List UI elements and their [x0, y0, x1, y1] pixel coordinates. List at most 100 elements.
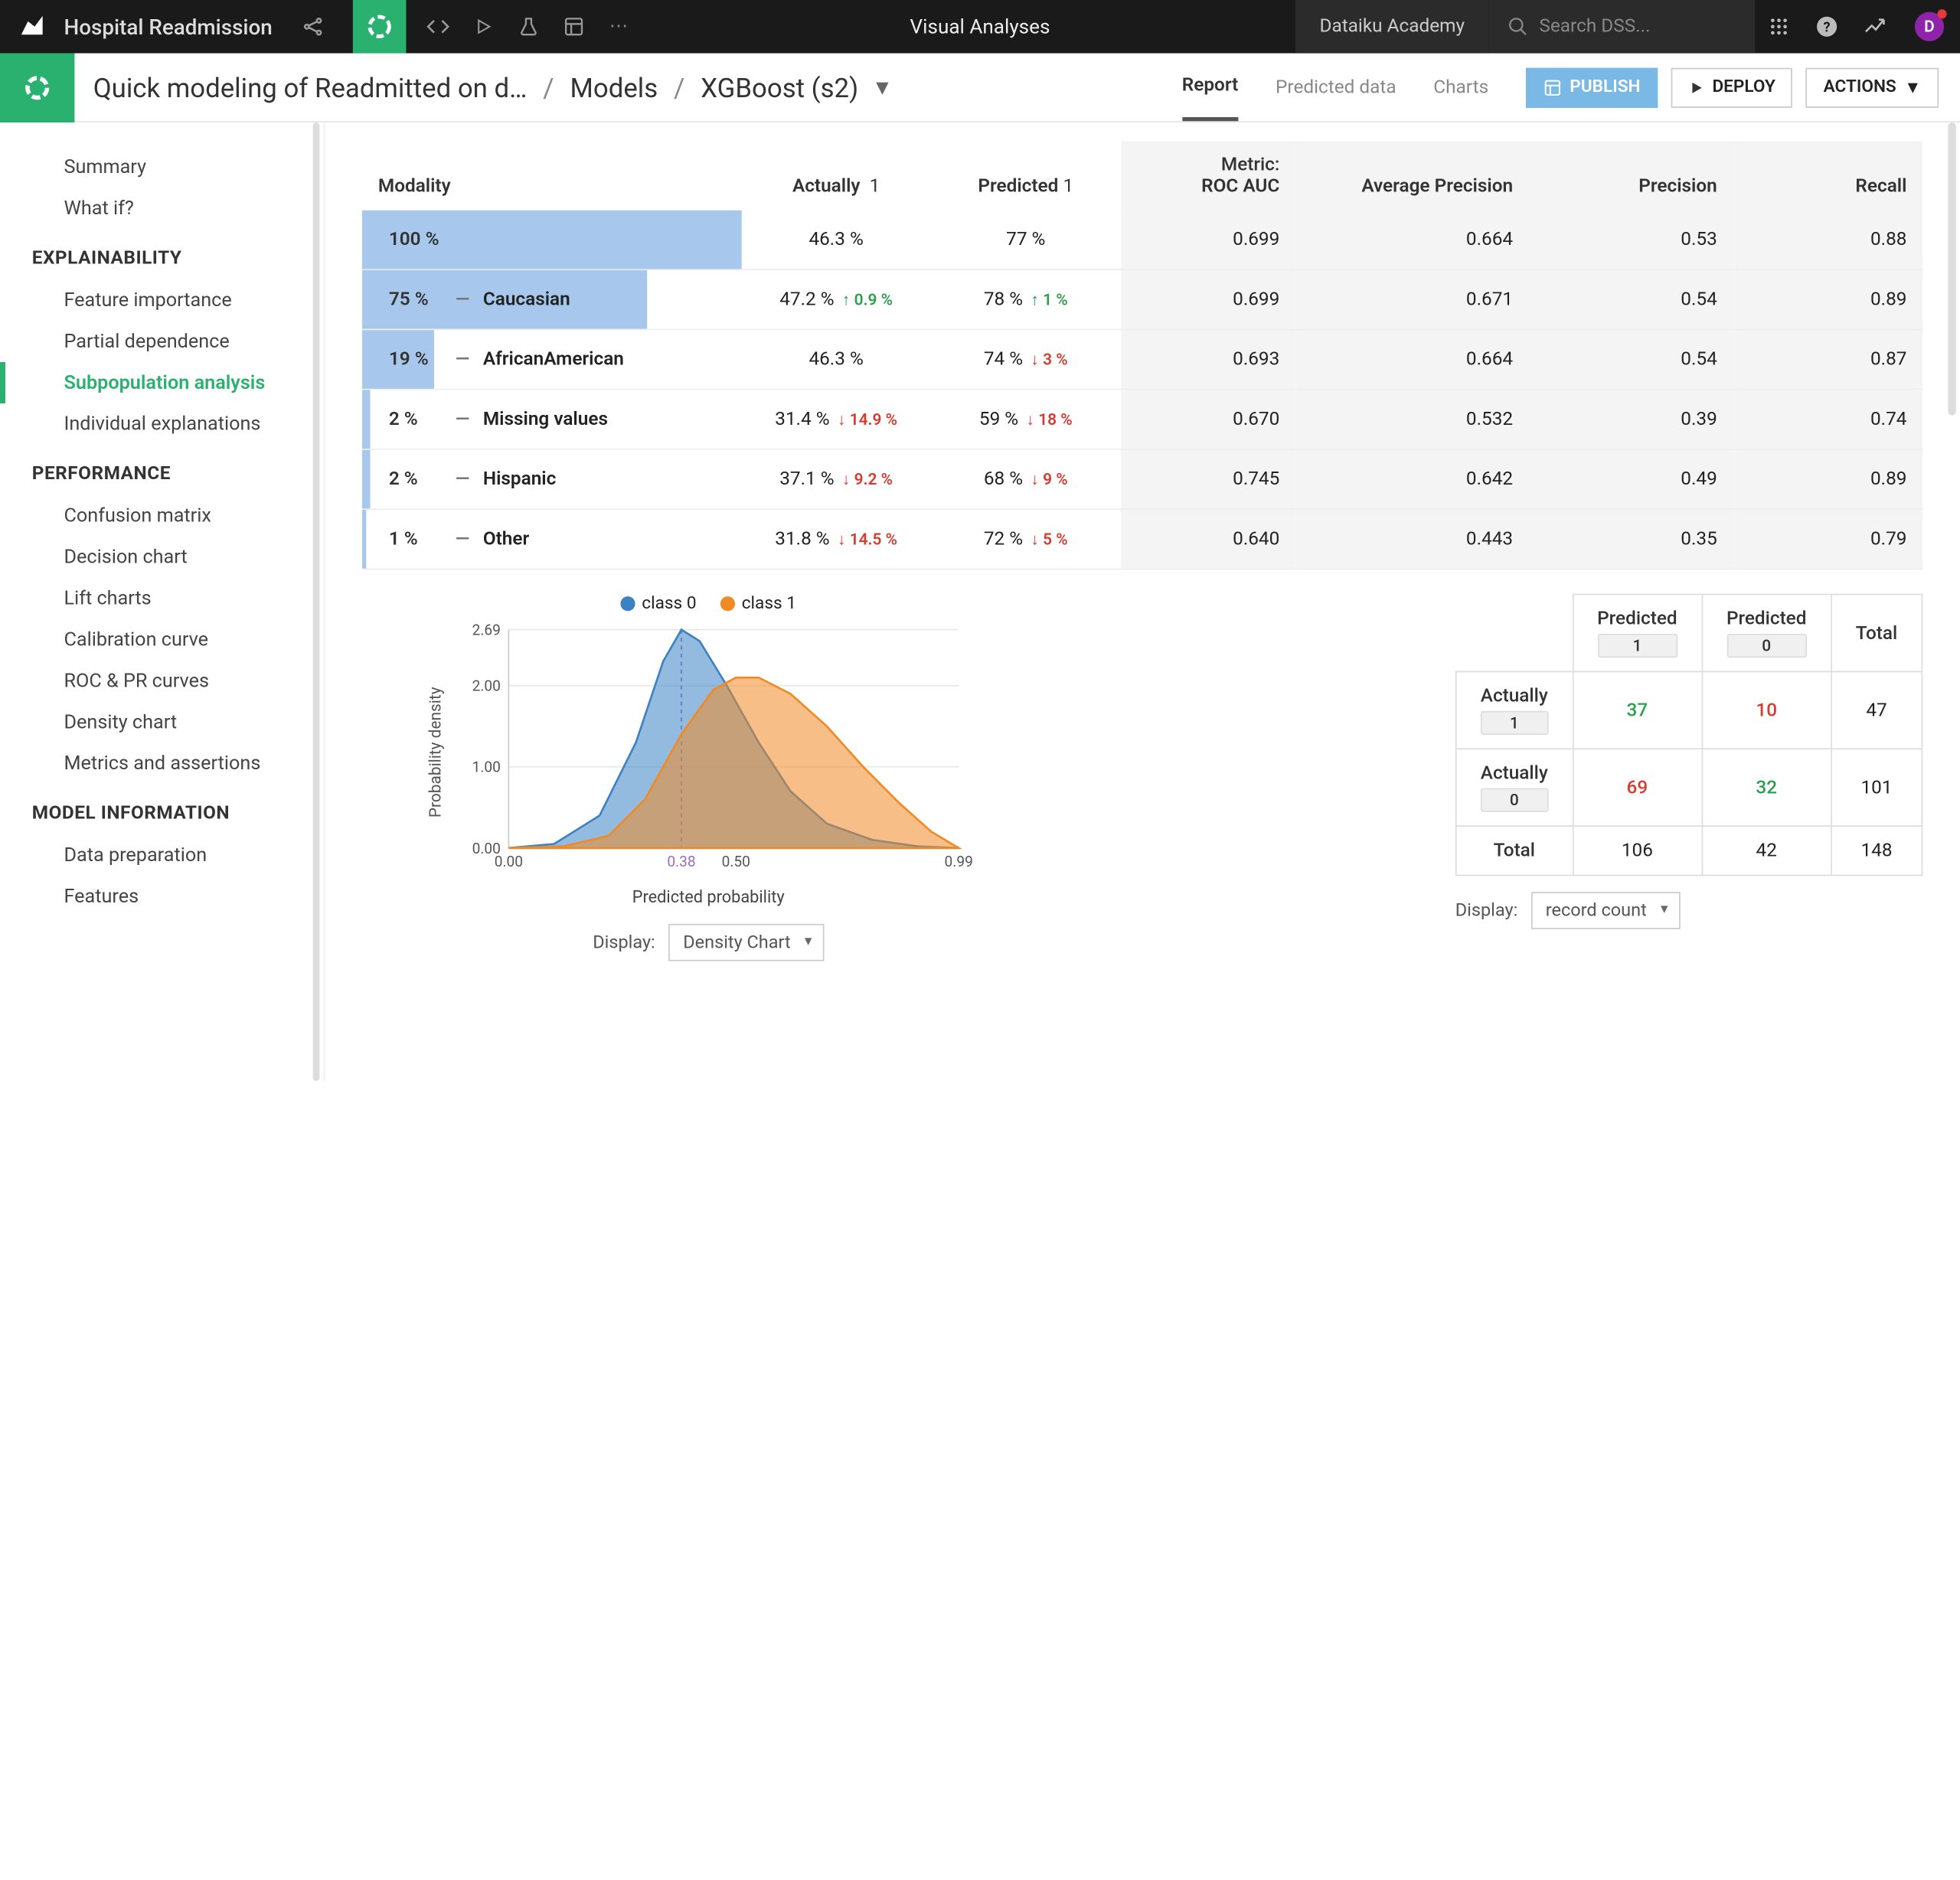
- breadcrumb-models[interactable]: Models: [570, 71, 658, 103]
- y-axis-label: Probability density: [426, 687, 445, 818]
- conf-act-0: Actually0: [1456, 749, 1573, 826]
- share-icon[interactable]: [299, 13, 326, 40]
- code-icon[interactable]: [424, 13, 451, 40]
- chart-display-select[interactable]: Density Chart: [668, 924, 824, 961]
- model-dropdown-icon[interactable]: ▼: [872, 74, 893, 101]
- sidebar-item-decision-chart[interactable]: Decision chart: [0, 537, 324, 578]
- table-row[interactable]: 1 %—Other31.8 %↓ 14.5 %72 %↓ 5 %0.6400.4…: [362, 509, 1922, 569]
- sidebar-item-individual-explanations[interactable]: Individual explanations: [0, 403, 324, 445]
- sidebar-item-data-preparation[interactable]: Data preparation: [0, 834, 324, 876]
- search-icon: [1508, 16, 1529, 38]
- conf-fp: 69: [1573, 749, 1702, 826]
- sidebar-item-lift-charts[interactable]: Lift charts: [0, 578, 324, 619]
- sidebar-item-partial-dependence[interactable]: Partial dependence: [0, 321, 324, 362]
- legend-class-0: class 0: [620, 594, 696, 614]
- confusion-display-select[interactable]: record count: [1531, 892, 1681, 929]
- density-chart: 0.001.002.002.690.000.380.500.99: [452, 619, 972, 886]
- publish-icon: [1543, 78, 1561, 96]
- top-nav-bar: Hospital Readmission ⋯ Visual Analyses D…: [0, 0, 1960, 54]
- help-icon[interactable]: ?: [1803, 15, 1851, 38]
- more-icon[interactable]: ⋯: [606, 13, 632, 40]
- subpopulation-table: Modality Actually 1 Predicted 1 Metric:R…: [362, 141, 1922, 570]
- model-header-bar: Quick modeling of Readmitted on d… / Mod…: [0, 54, 1960, 122]
- tab-charts[interactable]: Charts: [1433, 55, 1488, 119]
- density-chart-panel: class 0 class 1 Probability density 0.00 1…: [362, 594, 1054, 961]
- col-actually[interactable]: Actually 1: [741, 141, 931, 210]
- breadcrumb-context: Visual Analyses: [910, 15, 1050, 38]
- chevron-down-icon: ▼: [1904, 77, 1921, 98]
- publish-button[interactable]: PUBLISH: [1526, 67, 1658, 107]
- breadcrumb-sep: /: [674, 71, 684, 103]
- breadcrumb-sep: /: [543, 71, 554, 103]
- conf-pred-0: Predicted0: [1702, 595, 1831, 672]
- table-row[interactable]: 2 %—Missing values31.4 %↓ 14.9 %59 %↓ 18…: [362, 390, 1922, 449]
- col-prec[interactable]: Precision: [1529, 141, 1733, 210]
- dashboard-icon[interactable]: [560, 13, 586, 40]
- breadcrumb-flow[interactable]: Quick modeling of Readmitted on d…: [93, 71, 528, 103]
- x-axis-label: Predicted probability: [632, 888, 785, 908]
- sidebar-item-features[interactable]: Features: [0, 876, 324, 917]
- svg-text:1.00: 1.00: [472, 759, 501, 776]
- conf-fn: 10: [1702, 671, 1831, 749]
- display-label: Display:: [593, 932, 655, 953]
- user-avatar[interactable]: D: [1915, 12, 1944, 41]
- sidebar-item-what-if-[interactable]: What if?: [0, 188, 324, 229]
- confusion-matrix: Predicted1 Predicted0 Total Actually1 37…: [1455, 594, 1923, 876]
- svg-text:2.69: 2.69: [472, 622, 501, 639]
- legend-class-1: class 1: [720, 594, 796, 614]
- actions-button[interactable]: ACTIONS ▼: [1806, 67, 1939, 107]
- sidebar-item-confusion-matrix[interactable]: Confusion matrix: [0, 495, 324, 537]
- svg-text:0.99: 0.99: [945, 853, 972, 870]
- sidebar-section-performance: PERFORMANCE: [0, 445, 324, 495]
- activity-icon[interactable]: [1851, 15, 1899, 38]
- sidebar-item-calibration-curve[interactable]: Calibration curve: [0, 619, 324, 661]
- model-tabs: Report Predicted data Charts: [1182, 54, 1488, 122]
- model-sidebar: SummaryWhat if?EXPLAINABILITYFeature imp…: [0, 122, 325, 1081]
- table-row[interactable]: 100 %46.3 %77 %0.6990.6640.530.88: [362, 211, 1922, 269]
- breadcrumb-model[interactable]: XGBoost (s2): [701, 71, 858, 103]
- sidebar-item-roc-pr-curves[interactable]: ROC & PR curves: [0, 661, 324, 702]
- col-avgp[interactable]: Average Precision: [1295, 141, 1529, 210]
- sidebar-item-feature-importance[interactable]: Feature importance: [0, 279, 324, 321]
- svg-text:2.00: 2.00: [472, 677, 501, 695]
- conf-total: Total: [1831, 595, 1922, 672]
- sidebar-item-density-chart[interactable]: Density chart: [0, 702, 324, 743]
- confusion-panel: Predicted1 Predicted0 Total Actually1 37…: [1455, 594, 1923, 929]
- svg-text:0.00: 0.00: [495, 853, 523, 870]
- conf-tp: 37: [1573, 671, 1702, 749]
- dataiku-bird-icon[interactable]: [16, 11, 48, 43]
- sidebar-item-metrics-and-assertions[interactable]: Metrics and assertions: [0, 743, 324, 784]
- conf-act-1: Actually1: [1456, 671, 1573, 749]
- conf-tn: 32: [1702, 749, 1831, 826]
- tab-report[interactable]: Report: [1182, 54, 1239, 122]
- academy-link[interactable]: Dataiku Academy: [1295, 0, 1488, 54]
- global-search[interactable]: Search DSS...: [1488, 0, 1755, 54]
- sidebar-section-model information: MODEL INFORMATION: [0, 784, 324, 834]
- subpopulation-content: Modality Actually 1 Predicted 1 Metric:R…: [325, 122, 1960, 1081]
- col-modality[interactable]: Modality: [362, 141, 741, 210]
- conf-row2-total: 101: [1831, 749, 1922, 826]
- analysis-icon[interactable]: [0, 53, 74, 122]
- lab-icon[interactable]: [514, 13, 541, 40]
- conf-row-total: Total: [1456, 826, 1573, 875]
- col-predicted[interactable]: Predicted 1: [931, 141, 1121, 210]
- play-icon[interactable]: [469, 13, 496, 40]
- flow-icon[interactable]: [352, 0, 406, 54]
- project-name[interactable]: Hospital Readmission: [64, 14, 272, 39]
- conf-col2-total: 42: [1702, 826, 1831, 875]
- conf-pred-1: Predicted1: [1573, 595, 1702, 672]
- sidebar-item-summary[interactable]: Summary: [0, 146, 324, 188]
- deploy-button[interactable]: DEPLOY: [1671, 67, 1793, 107]
- apps-icon[interactable]: [1755, 16, 1803, 38]
- play-icon: [1688, 79, 1704, 95]
- conf-row1-total: 47: [1831, 671, 1922, 749]
- table-row[interactable]: 2 %—Hispanic37.1 %↓ 9.2 %68 %↓ 9 %0.7450…: [362, 449, 1922, 509]
- display-label: Display:: [1455, 900, 1518, 922]
- tab-predicted-data[interactable]: Predicted data: [1276, 55, 1396, 119]
- table-row[interactable]: 75 %—Caucasian47.2 %↑ 0.9 %78 %↑ 1 %0.69…: [362, 269, 1922, 329]
- col-metric[interactable]: Metric:ROC AUC: [1121, 141, 1296, 210]
- col-recall[interactable]: Recall: [1733, 141, 1923, 210]
- sidebar-item-subpopulation-analysis[interactable]: Subpopulation analysis: [0, 362, 324, 403]
- svg-text:0.50: 0.50: [722, 853, 750, 870]
- table-row[interactable]: 19 %—AfricanAmerican46.3 %74 %↓ 3 %0.693…: [362, 329, 1922, 389]
